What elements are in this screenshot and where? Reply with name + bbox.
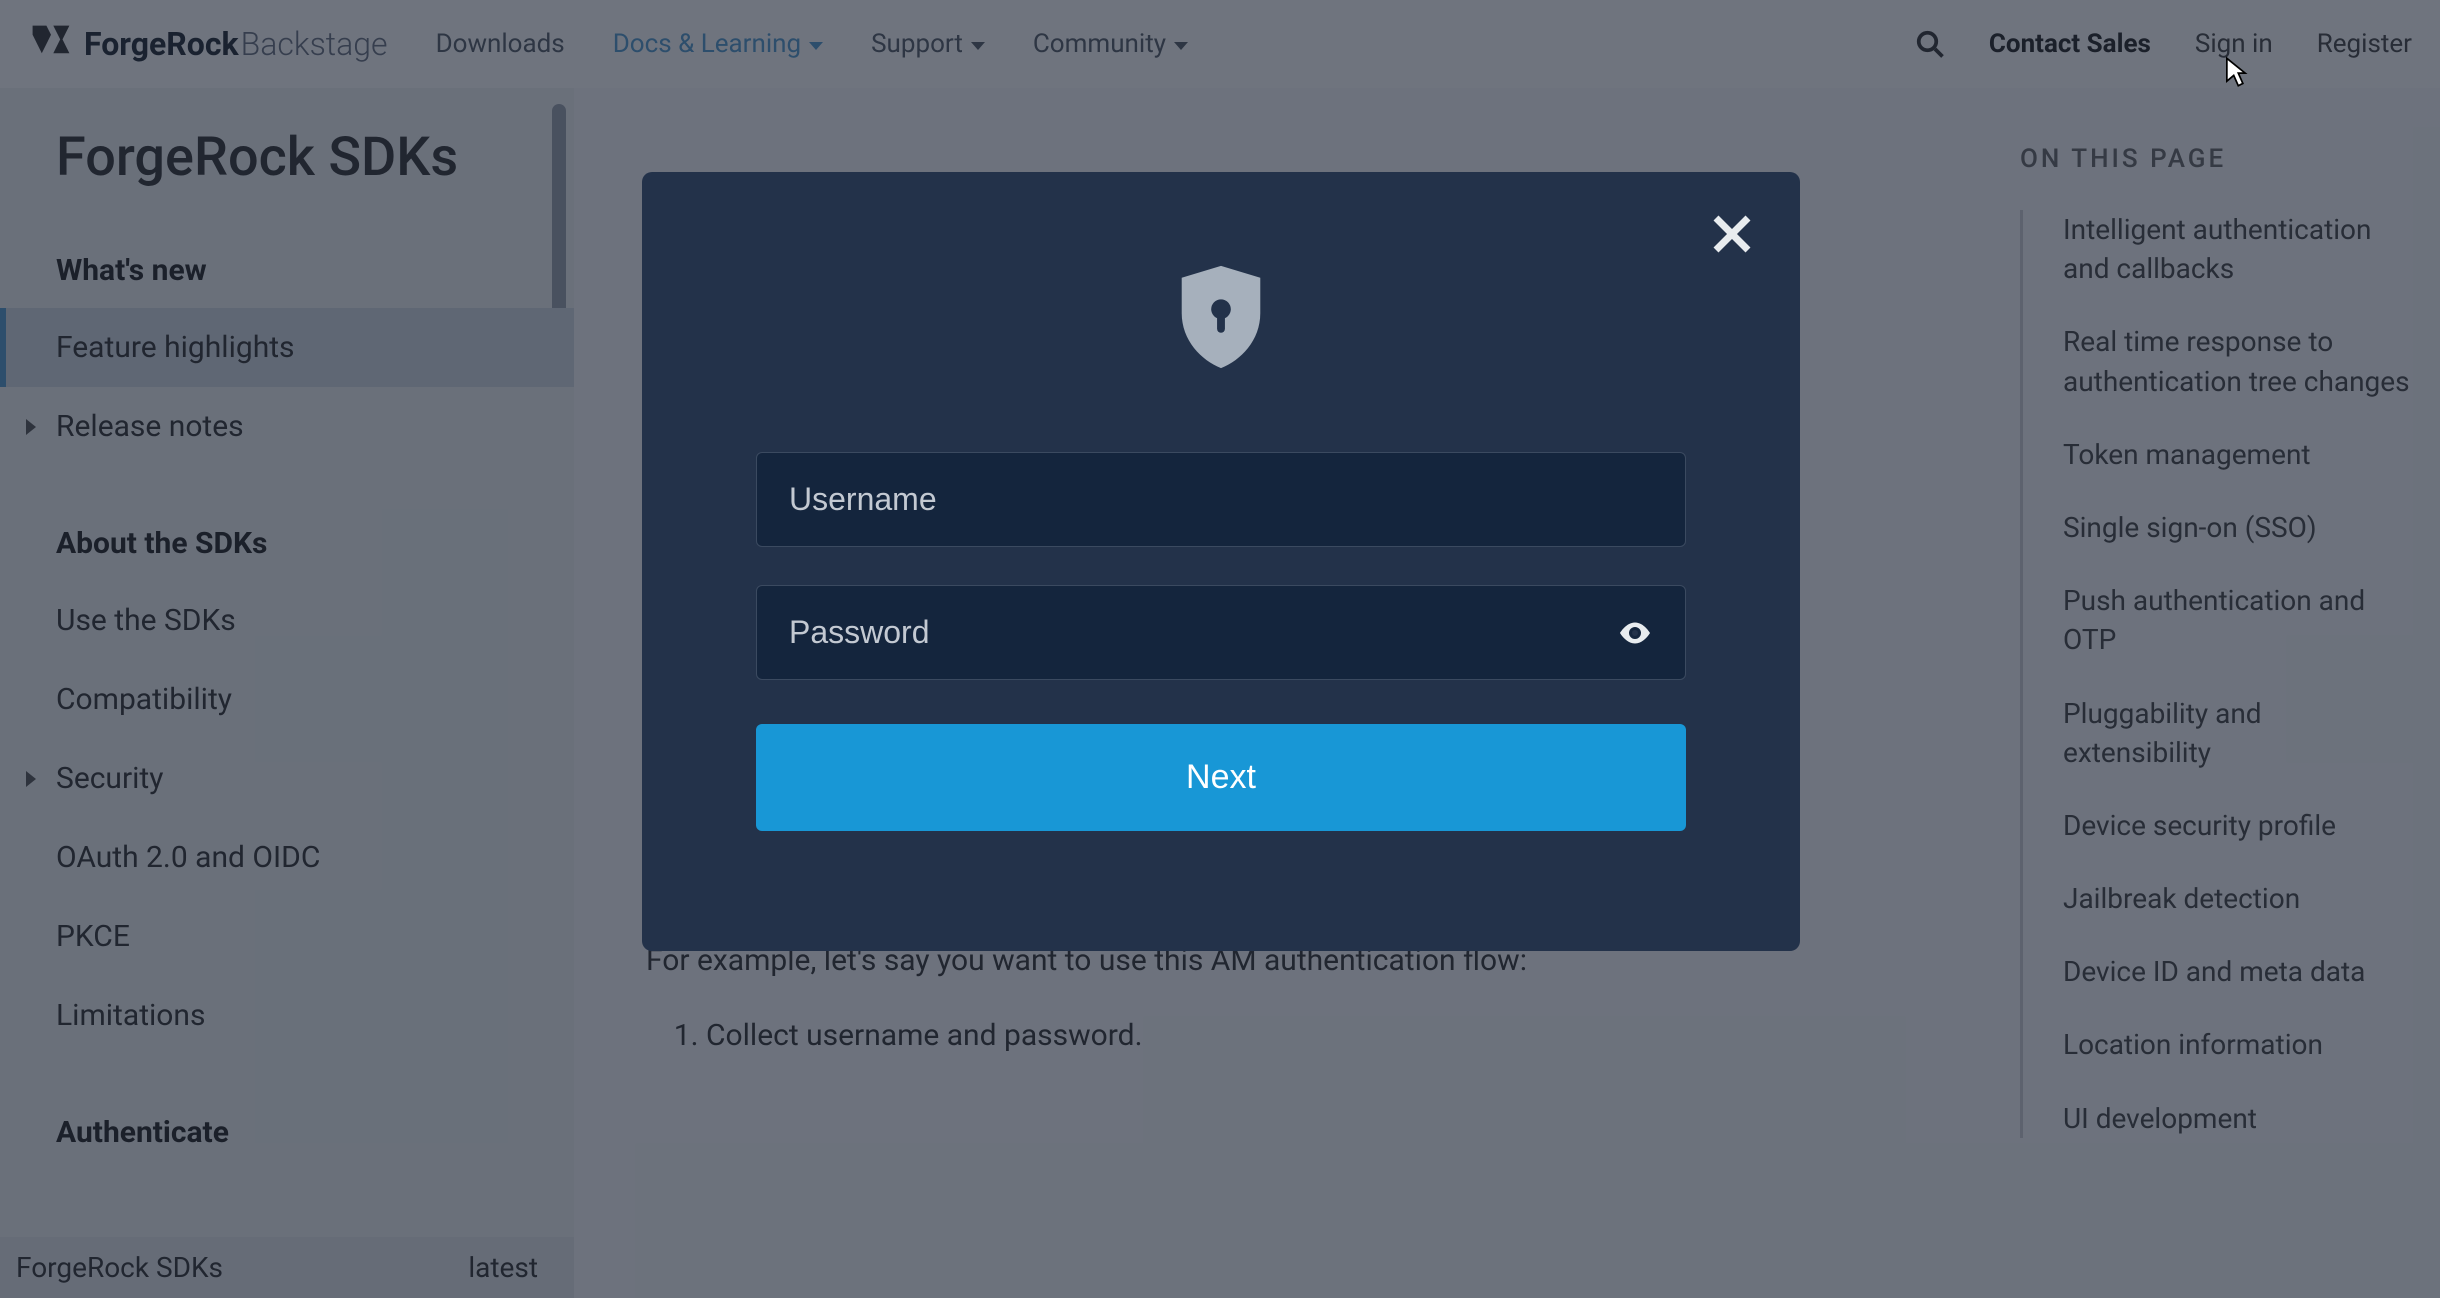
show-password-icon[interactable]: [1617, 615, 1653, 651]
next-button[interactable]: Next: [756, 724, 1686, 831]
username-input[interactable]: [789, 481, 1653, 518]
shield-lock-icon: [702, 262, 1740, 372]
username-field-wrap[interactable]: [756, 452, 1686, 547]
close-icon[interactable]: [1708, 210, 1756, 258]
mouse-cursor-icon: [2224, 56, 2248, 88]
password-input[interactable]: [789, 614, 1601, 651]
login-modal: Next: [642, 172, 1800, 951]
password-field-wrap[interactable]: [756, 585, 1686, 680]
